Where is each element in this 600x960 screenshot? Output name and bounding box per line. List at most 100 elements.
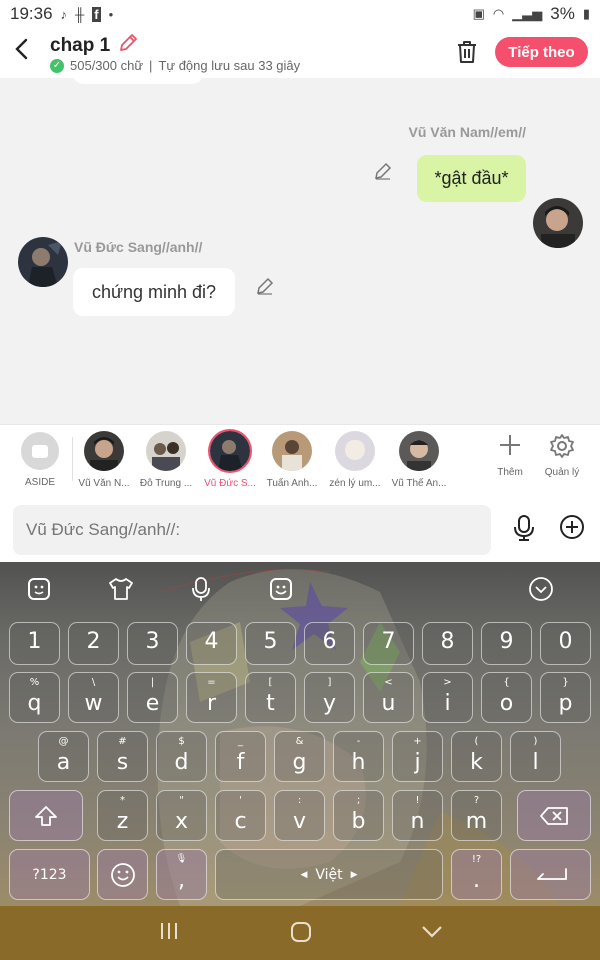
character-aside[interactable]: ASIDE [8, 431, 72, 488]
manage-button[interactable]: Quản lý [540, 433, 584, 478]
keyboard: 1 2 3 4 5 6 7 8 9 0 % q \ w | e = r [t ] y < u… [0, 562, 600, 906]
character-item[interactable]: Đỗ Trung ... [134, 431, 198, 489]
home-icon[interactable] [290, 921, 312, 949]
avatar [335, 431, 375, 471]
key-s[interactable]: # s [97, 731, 148, 782]
character-item[interactable]: Tuấn Anh... [260, 431, 324, 489]
character-label: Vũ Thế An... [391, 478, 447, 489]
key-8[interactable]: 8 [422, 622, 473, 665]
manage-label: Quản lý [544, 467, 580, 478]
tiktok-icon: ♪ [60, 6, 68, 22]
chevron-down-icon[interactable] [528, 576, 554, 602]
key-0[interactable]: 0 [540, 622, 591, 665]
key-4[interactable]: 4 [186, 622, 237, 665]
chevron-down-icon[interactable] [421, 921, 443, 947]
edit-message-icon[interactable] [256, 277, 274, 300]
mic-icon: 🎙 [175, 854, 188, 864]
character-item-selected[interactable]: Vũ Đức S... [198, 431, 262, 489]
edit-message-icon[interactable] [374, 162, 392, 185]
character-item[interactable]: Vũ Văn N... [72, 431, 136, 489]
period-key[interactable]: !? . [451, 849, 502, 900]
comma-key[interactable]: 🎙 , [156, 849, 207, 900]
key-f[interactable]: _ f [215, 731, 266, 782]
shift-key[interactable] [9, 790, 83, 841]
character-label: Vũ Văn N... [78, 478, 130, 489]
space-label: Việt [315, 866, 343, 883]
status-bar: 19:36 ♪ ╫ f • ▣ ◠ ▁▃▅ 3% ▮ [0, 0, 600, 28]
shift-icon [10, 791, 82, 840]
key-z[interactable]: * z [97, 790, 148, 841]
symbols-key[interactable]: ?123 [9, 849, 90, 900]
key-2[interactable]: 2 [68, 622, 119, 665]
previous-bubble [72, 78, 204, 84]
sticker-icon[interactable] [26, 576, 52, 602]
pencil-icon[interactable] [118, 33, 138, 58]
key-r[interactable]: = r [186, 672, 237, 723]
key-w[interactable]: \ w [68, 672, 119, 723]
key-j[interactable]: + j [392, 731, 443, 782]
message-input[interactable] [13, 505, 491, 555]
key-5[interactable]: 5 [245, 622, 296, 665]
mic-icon[interactable] [188, 576, 214, 602]
next-button[interactable]: Tiếp theo [495, 37, 588, 67]
key-q[interactable]: % q [9, 672, 60, 723]
lock-icon: ▣ [472, 6, 485, 21]
message-bubble[interactable]: *gật đầu* [417, 155, 526, 202]
key-x[interactable]: " x [156, 790, 207, 841]
check-icon: ✓ [50, 58, 64, 73]
avatar[interactable] [533, 198, 583, 248]
chat-area[interactable]: Vũ Văn Nam//em// *gật đầu* Vũ Đức Sang//… [0, 78, 600, 424]
key-h[interactable]: -h [333, 731, 384, 782]
key-p[interactable]: } p [540, 672, 591, 723]
key-c[interactable]: ' c [215, 790, 266, 841]
key-m[interactable]: ? m [451, 790, 502, 841]
key-k[interactable]: (k [451, 731, 502, 782]
key-y[interactable]: ] y [304, 672, 355, 723]
space-key[interactable]: ◀ Việt ▶ [215, 849, 443, 900]
character-label: Đỗ Trung ... [139, 478, 193, 489]
character-item[interactable]: Vũ Thế An... [387, 431, 451, 489]
word-count: 505/300 chữ [70, 58, 144, 73]
equalizer-icon: ╫ [75, 6, 85, 22]
key-u[interactable]: < u [363, 672, 414, 723]
key-d[interactable]: $ d [156, 731, 207, 782]
recent-apps-icon[interactable] [159, 921, 179, 947]
arrow-left-icon: ◀ [300, 869, 308, 880]
add-character-button[interactable]: Thêm [488, 433, 532, 478]
key-a[interactable]: @ a [38, 731, 89, 782]
key-6[interactable]: 6 [304, 622, 355, 665]
status-time: 19:36 [10, 4, 53, 23]
gear-icon [540, 433, 584, 467]
key-t[interactable]: [t [245, 672, 296, 723]
enter-key[interactable] [510, 849, 591, 900]
key-3[interactable]: 3 [127, 622, 178, 665]
key-i[interactable]: > i [422, 672, 473, 723]
key-b[interactable]: ; b [333, 790, 384, 841]
key-e[interactable]: | e [127, 672, 178, 723]
key-7[interactable]: 7 [363, 622, 414, 665]
save-status: ✓ 505/300 chữ | Tự động lưu sau 33 giây [50, 58, 300, 73]
tshirt-icon[interactable] [108, 576, 134, 602]
plus-circle-icon[interactable] [559, 514, 585, 545]
mic-icon[interactable] [511, 514, 537, 547]
key-v[interactable]: :v [274, 790, 325, 841]
character-item[interactable]: zén lý um... [323, 431, 387, 489]
back-icon[interactable] [14, 38, 38, 64]
trash-icon[interactable] [456, 40, 478, 64]
key-g[interactable]: & g [274, 731, 325, 782]
emoji-icon[interactable] [268, 576, 294, 602]
avatar [272, 431, 312, 471]
separator: | [149, 58, 153, 73]
add-label: Thêm [497, 467, 523, 478]
emoji-key[interactable] [97, 849, 148, 900]
key-l[interactable]: ) l [510, 731, 561, 782]
key-9[interactable]: 9 [481, 622, 532, 665]
key-1[interactable]: 1 [9, 622, 60, 665]
backspace-key[interactable] [517, 790, 591, 841]
editor-header: chap 1 ✓ 505/300 chữ | Tự động lưu sau 3… [0, 28, 600, 78]
chapter-title[interactable]: chap 1 [50, 33, 138, 58]
key-o[interactable]: {o [481, 672, 532, 723]
message-bubble[interactable]: chứng minh đi? [73, 268, 235, 316]
avatar[interactable] [18, 237, 68, 287]
key-n[interactable]: ! n [392, 790, 443, 841]
